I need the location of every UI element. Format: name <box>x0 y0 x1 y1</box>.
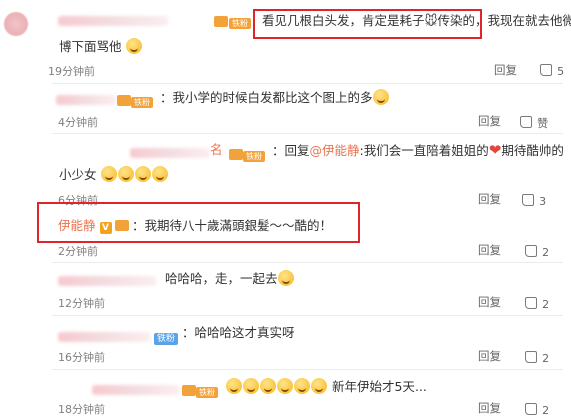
level-icon <box>115 220 130 231</box>
commenter-name[interactable] <box>58 16 168 26</box>
badge-icon: 铁粉 <box>154 326 179 345</box>
thumbs-up-icon <box>520 116 532 128</box>
badge-icon: 铁粉 <box>214 11 251 30</box>
avatar[interactable] <box>4 12 28 36</box>
reply-time: 18分钟前 <box>58 403 105 416</box>
reply-text: ：回复@伊能静:我们会一直陪着姐姐的❤期待酷帅的 <box>272 141 564 159</box>
badge-icon: 铁粉 <box>182 380 218 399</box>
reply-time: 2分钟前 <box>58 245 98 258</box>
reply-button[interactable]: 回复 <box>478 191 501 207</box>
highlight-box <box>253 9 482 39</box>
reply-text-line2: 小少女 <box>59 166 169 184</box>
like-button[interactable]: 2 <box>525 347 549 366</box>
reply-name[interactable] <box>58 276 156 286</box>
thumbs-up-icon <box>525 245 537 257</box>
reply-time: 12分钟前 <box>58 297 105 310</box>
badge-icon: 铁粉 <box>117 90 153 109</box>
reply-name[interactable] <box>130 148 210 158</box>
reply-button[interactable]: 回复 <box>478 294 501 310</box>
reply-name-suffix: 名 <box>210 142 223 157</box>
reply-name[interactable] <box>58 332 150 342</box>
emoji-icon <box>277 270 294 286</box>
divider <box>52 83 563 84</box>
reply-button[interactable]: 回复 <box>478 348 501 364</box>
like-button[interactable]: 5 <box>540 60 564 79</box>
emoji-icon <box>151 166 168 182</box>
divider <box>52 315 563 316</box>
reply-time: 16分钟前 <box>58 351 105 364</box>
reply-name[interactable] <box>92 385 180 395</box>
reply-text: 新年伊始才5天... <box>226 378 427 396</box>
emoji-icon <box>125 38 142 54</box>
emoji-icon <box>311 378 327 394</box>
heart-icon: ❤ <box>488 141 502 159</box>
reply-text: 哈哈哈，走，一起去 <box>165 270 295 288</box>
badge-icon: 铁粉 <box>229 144 265 163</box>
reply-text: ：我小学的时候白发都比这个图上的多 <box>160 89 390 107</box>
comment-time: 19分钟前 <box>48 65 95 78</box>
main-comment-line2: 博下面骂他 <box>59 38 143 56</box>
thumbs-up-icon <box>525 403 537 415</box>
like-button[interactable]: 3 <box>522 190 546 209</box>
thumbs-up-icon <box>525 297 537 309</box>
divider <box>52 369 563 370</box>
reply-button[interactable]: 回复 <box>478 113 501 129</box>
emoji-icon <box>372 89 389 105</box>
thumbs-up-icon <box>540 64 552 76</box>
reply-button[interactable]: 回复 <box>478 242 501 258</box>
like-button[interactable]: 2 <box>525 241 549 260</box>
thumbs-up-icon <box>525 351 537 363</box>
divider <box>52 262 563 263</box>
divider <box>52 133 563 134</box>
like-button[interactable]: 2 <box>525 399 549 418</box>
like-button[interactable]: 2 <box>525 293 549 312</box>
reply-time: 4分钟前 <box>58 116 98 129</box>
reply-text: ：我期待八十歲滿頭銀髮～～酷的！ <box>132 218 333 233</box>
reply-name[interactable]: 伊能静 V <box>58 217 130 235</box>
reply-button[interactable]: 回复 <box>494 62 517 78</box>
reply-name[interactable] <box>56 95 116 105</box>
verified-icon: V <box>99 222 112 234</box>
reply-text: ：哈哈哈这才真实呀 <box>182 325 295 340</box>
like-button[interactable]: 赞 <box>520 112 548 131</box>
reply-button[interactable]: 回复 <box>478 400 501 416</box>
thumbs-up-icon <box>522 194 534 206</box>
